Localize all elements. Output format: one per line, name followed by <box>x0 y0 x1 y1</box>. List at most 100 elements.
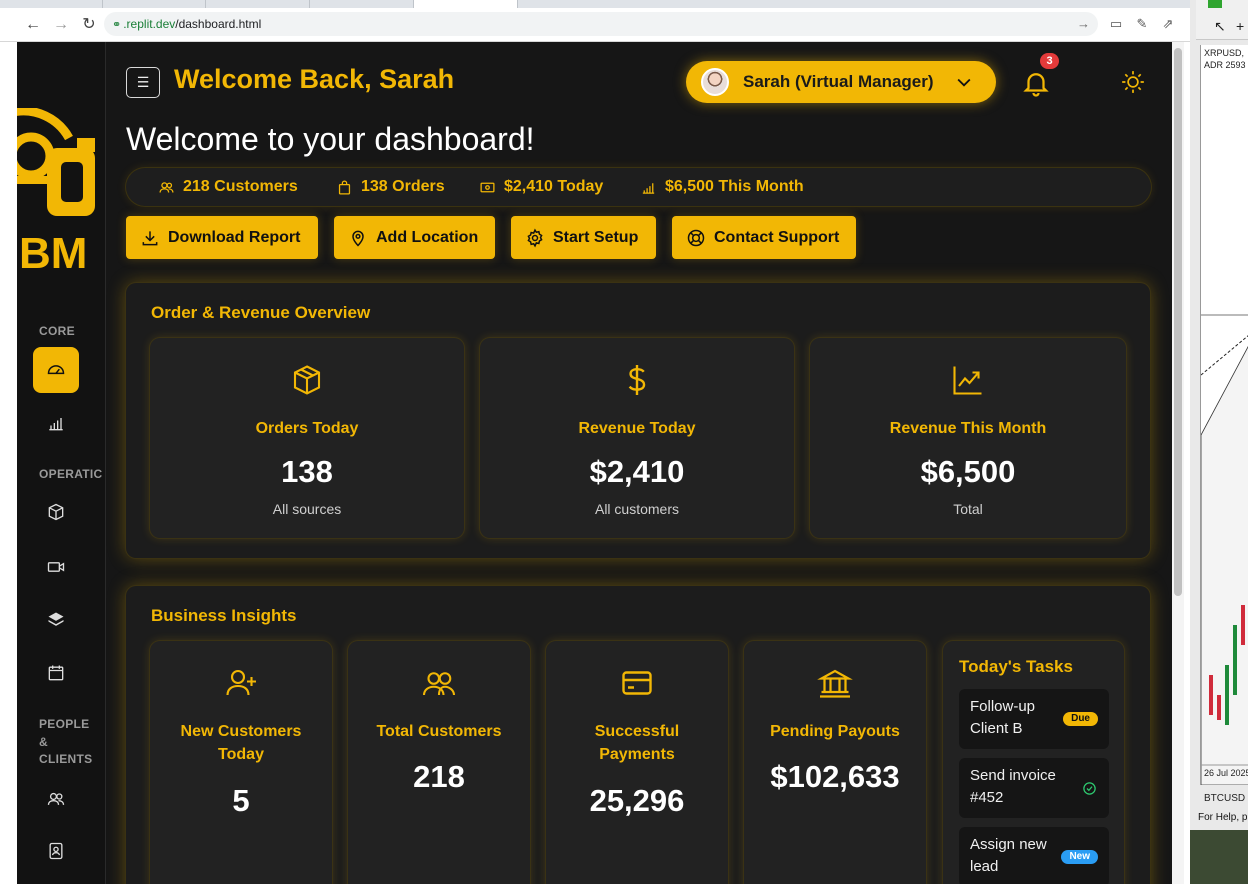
stat-customers: 218 Customers <box>158 178 298 196</box>
browser-tab[interactable] <box>206 0 310 8</box>
cursor-icon[interactable]: ↖ <box>1214 18 1226 35</box>
overview-title: Order & Revenue Overview <box>151 303 371 322</box>
go-arrow-icon[interactable]: → <box>1077 12 1090 36</box>
download-report-button[interactable]: Download Report <box>126 216 318 259</box>
users-icon <box>422 672 456 696</box>
sidebar-item-analytics[interactable] <box>33 400 79 446</box>
users-icon <box>47 792 65 805</box>
users-icon <box>159 181 174 193</box>
wrench-icon[interactable]: ✎ <box>1132 14 1152 34</box>
card-label: Today <box>218 746 264 763</box>
sidebar-item-layers[interactable] <box>33 597 79 643</box>
revenue-month-card: Revenue This Month $6,500 Total <box>810 338 1126 538</box>
user-menu-button[interactable]: Sarah (Virtual Manager) <box>686 61 996 103</box>
calendar-icon <box>48 665 64 681</box>
sidebar-section-clients: CLIENTS <box>39 752 93 766</box>
overview-panel: Order & Revenue Overview Orders Today 13… <box>126 283 1150 558</box>
box-icon <box>48 503 64 521</box>
task-text: #452 <box>970 789 1004 806</box>
stat-orders-text: 138 Orders <box>361 178 445 195</box>
add-location-button[interactable]: Add Location <box>334 216 495 259</box>
sidebar-item-orders[interactable] <box>33 489 79 535</box>
sidebar: BM CORE OPERATIC PEOPLE & CLIENTS <box>17 42 106 884</box>
start-setup-button[interactable]: Start Setup <box>511 216 656 259</box>
task-item[interactable]: Send invoice #452 <box>959 758 1109 818</box>
gauge-icon <box>47 365 65 375</box>
sidebar-item-video[interactable] <box>33 544 79 590</box>
browser-tab-strip <box>0 0 1196 8</box>
card-subtitle: All customers <box>594 501 680 517</box>
contact-support-label: Contact Support <box>714 228 840 246</box>
screen-icon[interactable]: ▭ <box>1106 14 1126 34</box>
sidebar-item-contacts[interactable] <box>33 828 79 874</box>
welcome-heading: Welcome Back, Sarah <box>174 64 455 94</box>
task-text: Follow-up <box>970 698 1036 715</box>
dollar-icon <box>628 365 646 395</box>
stat-today: $2,410 Today <box>479 178 603 196</box>
plus-icon[interactable] <box>1208 0 1222 8</box>
todays-tasks-card: Today's Tasks Follow-up Client B Due Sen… <box>943 641 1124 884</box>
chevron-down-icon <box>957 78 971 87</box>
sidebar-item-calendar[interactable] <box>33 650 79 696</box>
brand-text: BM <box>19 229 87 278</box>
task-item[interactable]: Follow-up Client B Due <box>959 689 1109 749</box>
browser-tab-active[interactable] <box>414 0 518 8</box>
card-label: Revenue Today <box>578 420 696 437</box>
layers-icon <box>48 612 64 626</box>
back-icon[interactable]: ← <box>21 13 45 37</box>
browser-tab[interactable] <box>0 0 103 8</box>
bar-chart-icon <box>642 182 655 194</box>
bell-icon[interactable] <box>1021 68 1051 98</box>
reload-icon[interactable]: ↻ <box>77 13 101 37</box>
brand-logo: BM <box>17 108 95 278</box>
chart-date: 26 Jul 2025 <box>1204 768 1248 778</box>
address-bar[interactable]: ⚭ .replit.dev/dashboard.html → <box>104 12 1098 36</box>
card-label: Payments <box>599 746 675 763</box>
forward-icon[interactable]: → <box>49 13 73 37</box>
user-name: Sarah (Virtual Manager) <box>743 72 934 91</box>
download-icon <box>142 230 158 245</box>
screen: ← → ↻ ⚭ .replit.dev/dashboard.html → ▭ ✎ … <box>0 0 1248 884</box>
notification-badge: 3 <box>1040 53 1059 69</box>
browser-toolbar: ← → ↻ ⚭ .replit.dev/dashboard.html → ▭ ✎ … <box>0 8 1196 42</box>
card-label: Pending Payouts <box>770 723 900 740</box>
box-icon <box>293 365 321 395</box>
page-scrollbar[interactable] <box>1172 42 1184 884</box>
background-window: ↖ + XRPUSD, ADR 2593 26 Jul 2025 BTCUSD … <box>1190 0 1248 884</box>
stat-customers-text: 218 Customers <box>183 178 298 195</box>
card-label: New Customers <box>180 723 302 740</box>
start-setup-label: Start Setup <box>553 228 639 246</box>
stat-orders: 138 Orders <box>336 178 445 196</box>
card-subtitle: Total <box>953 501 983 517</box>
revenue-today-card: Revenue Today $2,410 All customers <box>480 338 794 538</box>
chart-tab[interactable]: BTCUSD <box>1204 793 1245 804</box>
browser-tab[interactable] <box>310 0 414 8</box>
card-value: 138 <box>281 454 333 489</box>
price-chart: XRPUSD, ADR 2593 26 Jul 2025 <box>1200 45 1248 785</box>
summary-stats-bar: 218 Customers 138 Orders $2,410 Today $6… <box>126 168 1151 206</box>
contact-card-icon <box>49 842 63 860</box>
chart-drawing <box>1201 314 1248 785</box>
user-plus-icon <box>226 669 256 696</box>
browser-tab[interactable] <box>103 0 206 8</box>
sidebar-item-dashboard[interactable] <box>33 347 79 393</box>
life-ring-icon <box>687 229 705 246</box>
card-value: 25,296 <box>589 783 685 818</box>
contact-support-button[interactable]: Contact Support <box>672 216 856 259</box>
sun-icon[interactable] <box>1120 69 1146 95</box>
task-item[interactable]: Assign new lead New <box>959 827 1109 884</box>
menu-toggle-button[interactable]: ☰ <box>126 67 160 98</box>
status-help-text: For Help, p <box>1198 812 1248 823</box>
task-text: lead <box>970 858 999 875</box>
open-external-icon[interactable]: ⇗ <box>1158 14 1178 34</box>
sidebar-item-customers[interactable] <box>33 776 79 822</box>
stat-month: $6,500 This Month <box>640 178 804 196</box>
successful-payments-card: Successful Payments 25,296 <box>546 641 728 884</box>
card-label: Orders Today <box>255 420 359 437</box>
crosshair-icon[interactable]: + <box>1236 18 1244 34</box>
insights-panel: Business Insights New Customers Today 5 … <box>126 586 1150 884</box>
scrollbar-thumb[interactable] <box>1174 48 1182 596</box>
url-path: /dashboard.html <box>175 17 262 31</box>
card-subtitle: All sources <box>272 501 342 517</box>
download-report-label: Download Report <box>168 228 301 246</box>
